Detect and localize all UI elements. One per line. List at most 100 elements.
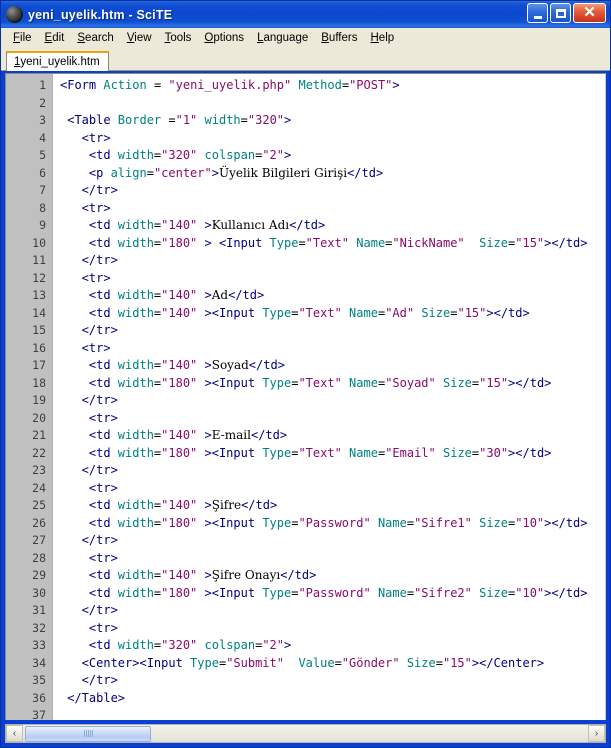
token-tag: <tr> bbox=[60, 270, 111, 285]
token-attr: Name bbox=[349, 445, 378, 460]
token-attr: Name bbox=[377, 515, 407, 530]
token-val: "140" bbox=[161, 358, 198, 372]
code-line[interactable]: <td width="140" ><Input Type="Text" Name… bbox=[60, 305, 605, 323]
menu-item-language[interactable]: Language bbox=[251, 30, 315, 46]
token-val: "yeni_uyelik.php" bbox=[168, 78, 292, 92]
token-attr: width bbox=[117, 445, 154, 460]
code-line[interactable]: </tr> bbox=[60, 392, 605, 410]
token-val: "POST" bbox=[349, 78, 393, 92]
token-op bbox=[400, 656, 407, 670]
code-line[interactable]: </tr> bbox=[60, 602, 605, 620]
token-op bbox=[436, 446, 443, 460]
token-text: Şifre bbox=[211, 498, 242, 512]
menu-item-options[interactable]: Options bbox=[198, 30, 251, 46]
token-attr: Method bbox=[298, 78, 342, 92]
token-tag: </tr> bbox=[60, 463, 118, 477]
code-line[interactable]: <td width="320" colspan="2"> bbox=[60, 637, 605, 655]
line-number: 19 bbox=[32, 393, 46, 407]
line-number: 15 bbox=[32, 323, 46, 337]
horizontal-scrollbar[interactable]: ‹ › bbox=[5, 724, 606, 743]
code-line[interactable]: <tr> bbox=[60, 270, 605, 288]
token-op: = bbox=[161, 113, 176, 127]
token-tag: <td bbox=[60, 375, 118, 390]
token-op: = bbox=[146, 165, 154, 180]
code-line[interactable]: <tr> bbox=[60, 130, 605, 148]
token-tag: <tr> bbox=[60, 480, 118, 495]
scroll-right-arrow-icon[interactable]: › bbox=[588, 725, 605, 742]
token-tag: <Table bbox=[60, 113, 118, 127]
menu-item-buffers[interactable]: Buffers bbox=[315, 30, 364, 46]
code-line[interactable]: <td width="140" >Şifre Onayı</td> bbox=[60, 567, 605, 585]
code-line[interactable]: </tr> bbox=[60, 322, 605, 340]
code-line[interactable]: <Center><Input Type="Submit" Value="Gönd… bbox=[60, 655, 605, 673]
token-attr: width bbox=[117, 428, 154, 442]
code-line[interactable]: <tr> bbox=[60, 620, 605, 638]
maximize-icon bbox=[551, 4, 570, 22]
code-text-area[interactable]: <Form Action = "yeni_uyelik.php" Method=… bbox=[53, 74, 605, 720]
code-line[interactable]: <tr> bbox=[60, 480, 605, 498]
code-line[interactable]: </tr> bbox=[60, 672, 605, 690]
menu-item-help[interactable]: Help bbox=[364, 30, 401, 46]
token-tag: > bbox=[197, 358, 212, 372]
code-line[interactable]: <p align="center">Üyelik Bilgileri Giriş… bbox=[60, 165, 605, 183]
line-number: 30 bbox=[32, 585, 46, 600]
token-val: "center" bbox=[153, 165, 212, 180]
code-line[interactable]: <td width="140" >Ad</td> bbox=[60, 287, 605, 305]
token-tag: </td> bbox=[289, 218, 326, 232]
code-line[interactable]: </tr> bbox=[60, 252, 605, 270]
line-number: 9 bbox=[39, 218, 46, 232]
scroll-left-arrow-icon[interactable]: ‹ bbox=[6, 725, 23, 742]
menu-item-edit[interactable]: Edit bbox=[39, 30, 72, 46]
menu-item-file[interactable]: File bbox=[7, 30, 39, 46]
token-op bbox=[197, 638, 204, 652]
token-tag: <tr> bbox=[60, 340, 111, 355]
token-val: "180" bbox=[161, 585, 198, 600]
code-line[interactable]: </tr> bbox=[60, 532, 605, 550]
code-line[interactable]: <td width="180" > <Input Type="Text" Nam… bbox=[60, 235, 605, 253]
minimize-button[interactable] bbox=[527, 3, 548, 23]
code-line[interactable]: </tr> bbox=[60, 462, 605, 480]
code-line[interactable]: <td width="320" colspan="2"> bbox=[60, 147, 605, 165]
close-button[interactable]: ✕ bbox=[573, 3, 606, 23]
editor-pane[interactable]: 1 2 3 4 5 6 7 8 9 10 11 12 13 14 15 16 17 18 19 20 21 22 23 24 2… bbox=[5, 73, 606, 720]
menu-item-view[interactable]: View bbox=[121, 30, 159, 46]
code-line[interactable]: <td width="140" >E-mail</td> bbox=[60, 427, 605, 445]
token-val: "180" bbox=[161, 445, 198, 460]
maximize-button[interactable] bbox=[550, 3, 571, 23]
token-tag: </tr> bbox=[60, 183, 118, 197]
code-line[interactable]: <td width="180" ><Input Type="Password" … bbox=[60, 515, 605, 533]
buffer-tab-yeni-uyelik-htm[interactable]: 1 yeni_uyelik.htm bbox=[6, 51, 109, 71]
code-line[interactable]: <tr> bbox=[60, 200, 605, 218]
code-line[interactable]: <td width="180" ><Input Type="Text" Name… bbox=[60, 445, 605, 463]
code-line[interactable]: <td width="140" >Soyad</td> bbox=[60, 357, 605, 375]
code-line[interactable]: <tr> bbox=[60, 410, 605, 428]
code-line[interactable]: <Table Border ="1" width="320"> bbox=[60, 112, 605, 130]
code-line[interactable] bbox=[60, 95, 605, 113]
code-line[interactable] bbox=[60, 707, 605, 720]
code-line[interactable]: </Table> bbox=[60, 690, 605, 708]
scrollbar-thumb[interactable] bbox=[25, 725, 151, 742]
code-line[interactable]: <td width="180" ><Input Type="Password" … bbox=[60, 585, 605, 603]
token-text: Ad bbox=[211, 288, 229, 302]
menu-item-search[interactable]: Search bbox=[71, 30, 120, 46]
code-line[interactable]: <tr> bbox=[60, 340, 605, 358]
token-op: = bbox=[334, 655, 342, 670]
token-tag: > bbox=[284, 148, 292, 162]
menu-item-tools[interactable]: Tools bbox=[159, 30, 199, 46]
code-line[interactable]: <td width="140" >Kullanıcı Adı</td> bbox=[60, 217, 605, 235]
line-number: 6 bbox=[39, 165, 46, 180]
token-attr: width bbox=[117, 638, 154, 652]
token-tag: <td bbox=[60, 445, 118, 460]
code-line[interactable]: <Form Action = "yeni_uyelik.php" Method=… bbox=[60, 77, 605, 95]
token-tag: <td bbox=[60, 235, 118, 250]
token-val: "320" bbox=[161, 148, 198, 162]
token-op bbox=[284, 656, 298, 670]
code-line[interactable]: <td width="140" >Şifre</td> bbox=[60, 497, 605, 515]
scite-window: yeni_uyelik.htm - SciTE ✕ File Edit Search… bbox=[0, 0, 611, 748]
token-tag: <td bbox=[60, 568, 118, 582]
code-line[interactable]: <td width="180" ><Input Type="Text" Name… bbox=[60, 375, 605, 393]
token-op bbox=[342, 306, 349, 320]
token-tag: ></td> bbox=[508, 445, 552, 460]
code-line[interactable]: <tr> bbox=[60, 550, 605, 568]
code-line[interactable]: </tr> bbox=[60, 182, 605, 200]
